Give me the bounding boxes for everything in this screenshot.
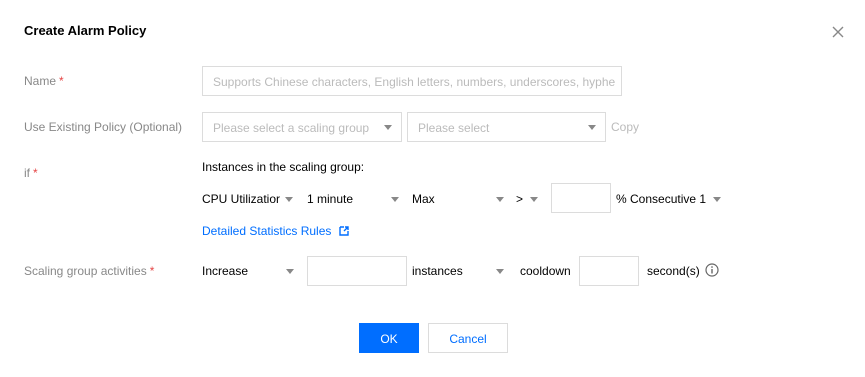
operator-select[interactable]: > [516, 192, 523, 206]
scaling-group-select[interactable]: Please select a scaling group [202, 112, 402, 142]
condition-heading: Instances in the scaling group: [202, 160, 365, 174]
cooldown-label: cooldown [520, 264, 571, 278]
close-icon[interactable] [830, 24, 846, 40]
required-marker: * [33, 166, 38, 180]
existing-policy-label: Use Existing Policy (Optional) [24, 120, 183, 134]
cooldown-input[interactable] [579, 256, 639, 286]
detailed-statistics-rules-link[interactable]: Detailed Statistics Rules [202, 224, 349, 238]
instance-count-input[interactable] [307, 256, 407, 286]
action-select[interactable]: Increase [202, 264, 248, 278]
name-label: Name * [24, 74, 64, 88]
name-input[interactable]: Supports Chinese characters, English let… [202, 66, 622, 96]
statistic-select[interactable]: Max [412, 192, 435, 206]
policy-select[interactable]: Please select [407, 112, 606, 142]
required-marker: * [59, 74, 64, 88]
consecutive-select[interactable]: % Consecutive 1 [616, 192, 706, 206]
chevron-down-icon [285, 197, 293, 202]
info-icon[interactable] [705, 263, 719, 277]
chevron-down-icon [588, 125, 596, 130]
seconds-label: second(s) [647, 264, 700, 278]
unit-select[interactable]: instances [412, 264, 463, 278]
chevron-down-icon [496, 197, 504, 202]
metric-select[interactable]: CPU Utilizatior [202, 192, 280, 206]
chevron-down-icon [713, 197, 721, 202]
external-link-icon [339, 226, 349, 236]
cancel-button[interactable]: Cancel [428, 323, 508, 353]
chevron-down-icon [286, 269, 294, 274]
chevron-down-icon [384, 125, 392, 130]
ok-button[interactable]: OK [359, 323, 419, 353]
scaling-group-placeholder: Please select a scaling group [213, 121, 370, 135]
activities-label: Scaling group activities * [24, 264, 155, 278]
if-label: if * [24, 166, 38, 180]
threshold-input[interactable] [551, 183, 611, 213]
copy-button[interactable]: Copy [611, 120, 639, 134]
period-select[interactable]: 1 minute [307, 192, 353, 206]
chevron-down-icon [391, 197, 399, 202]
dialog-title: Create Alarm Policy [24, 23, 147, 38]
policy-select-placeholder: Please select [418, 121, 490, 135]
required-marker: * [149, 264, 155, 278]
create-alarm-policy-dialog: Create Alarm Policy Name * Supports Chine… [0, 0, 865, 377]
chevron-down-icon [496, 269, 504, 274]
chevron-down-icon [530, 197, 538, 202]
name-input-placeholder: Supports Chinese characters, English let… [213, 75, 616, 89]
